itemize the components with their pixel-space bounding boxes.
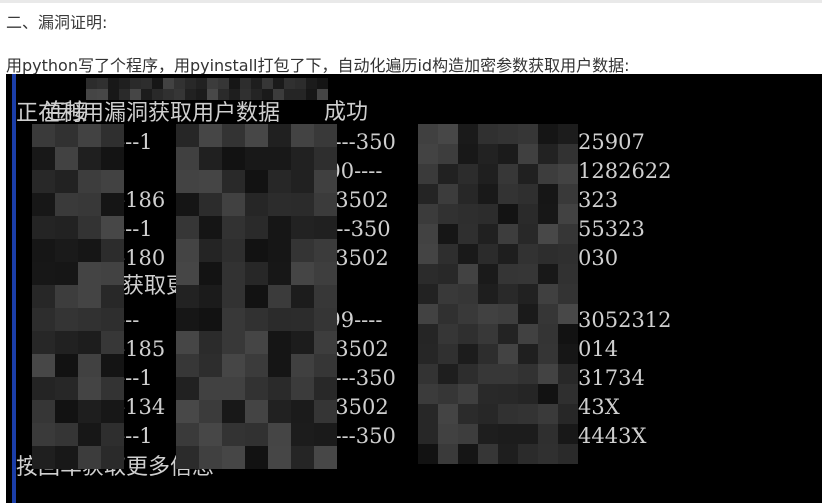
section-title: 二、漏洞证明: (6, 13, 108, 32)
redacted-block-ids (418, 124, 578, 464)
record-a-2-c1: -186 (118, 188, 166, 212)
record-b-3-c1: -134 (118, 395, 166, 419)
redacted-block-names (32, 124, 124, 469)
redacted-block-phones (176, 124, 337, 469)
console-connect-suffix: 成功 (324, 100, 369, 125)
console-window[interactable]: 连接 成功 正在利用漏洞获取用户数据 ---1 3----350 25907 000--… (6, 74, 822, 503)
record-b-2-c3: 31734 (578, 366, 645, 390)
record-a-4-c3: 030 (578, 246, 619, 270)
record-a-1-c3: 1282622 (578, 159, 672, 183)
top-divider (0, 0, 822, 3)
record-a-0-c3: 25907 (578, 130, 645, 154)
record-a-2-c3: 323 (578, 188, 619, 212)
record-b-1-c3: 014 (578, 337, 619, 361)
record-a-4-c1: -180 (118, 246, 166, 270)
redacted-block-connect (86, 78, 328, 100)
record-a-3-c3: 55323 (578, 217, 645, 241)
record-b-1-c1: -185 (118, 337, 166, 361)
record-b-3-c3: 43X (578, 395, 620, 419)
record-b-4-c3: 4443X (578, 424, 647, 448)
record-b-0-c3: 3052312 (578, 308, 672, 332)
article-description: 用python写了个程序，用pyinstall打包了下，自动化遍历id构造加密参… (6, 56, 630, 75)
